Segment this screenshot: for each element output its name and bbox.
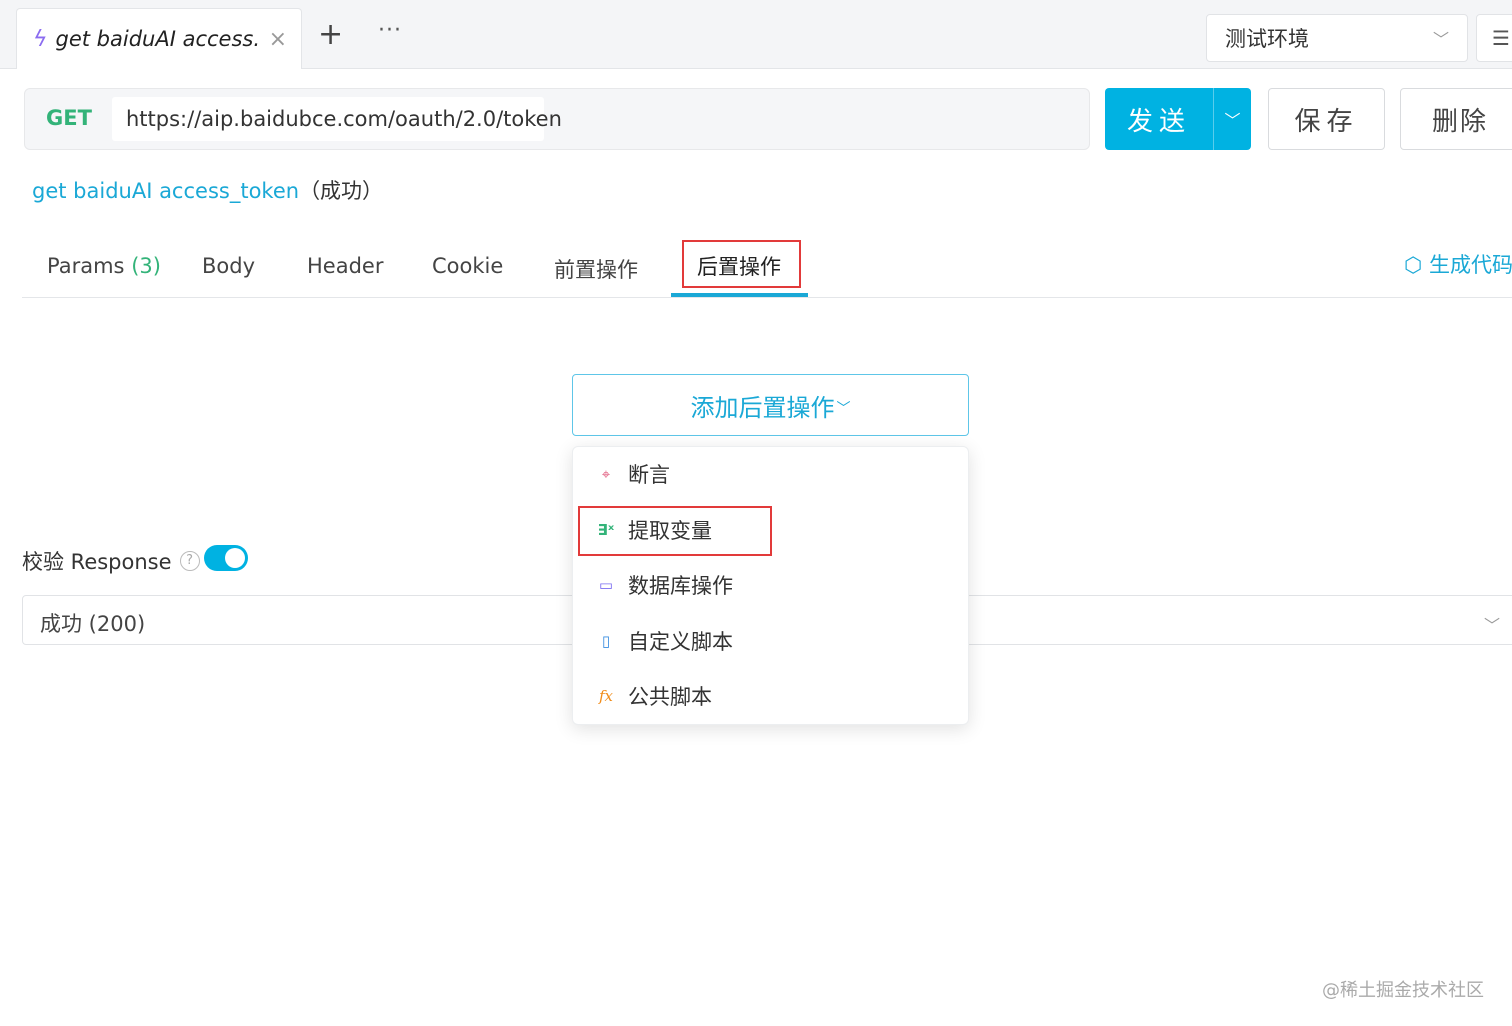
menu-item-database[interactable]: ▭ 数据库操作 xyxy=(596,570,733,600)
tab-params-label: Params xyxy=(47,254,125,278)
cube-icon: ⬡ xyxy=(1404,253,1423,277)
tab-body[interactable]: Body xyxy=(202,254,255,278)
more-icon[interactable]: ··· xyxy=(378,18,402,43)
document-icon: ▯ xyxy=(601,632,611,650)
verify-response-toggle[interactable] xyxy=(204,545,248,571)
menu-item-assert[interactable]: ⌖ 断言 xyxy=(596,459,670,489)
tab-params-count: (3) xyxy=(131,254,161,278)
environment-select[interactable]: 测试环境 ﹀ xyxy=(1206,14,1468,62)
add-post-operation-label: 添加后置操作 xyxy=(690,393,835,422)
response-select-value: 成功 (200) xyxy=(40,612,146,636)
api-name: get baiduAI access_token（成功） xyxy=(32,175,383,205)
tabs-divider xyxy=(22,297,1512,298)
menu-item-label: 数据库操作 xyxy=(628,574,733,598)
add-post-operation-button[interactable]: 添加后置操作 ﹀ xyxy=(572,374,969,436)
fx-icon: fx xyxy=(598,687,613,705)
environment-value: 测试环境 xyxy=(1225,27,1309,51)
api-name-link[interactable]: get baiduAI access_token xyxy=(32,179,299,203)
send-label: 发送 xyxy=(1126,106,1191,137)
menu-item-public-script[interactable]: fx 公共脚本 xyxy=(596,681,712,711)
tab-pre-operation[interactable]: 前置操作 xyxy=(554,254,638,284)
menu-item-custom-script[interactable]: ▯ 自定义脚本 xyxy=(596,626,733,656)
list-menu-button[interactable]: ☰ xyxy=(1476,14,1512,62)
list-icon: ☰ xyxy=(1492,26,1510,50)
chevron-down-icon: ﹀ xyxy=(1432,30,1449,49)
url-input[interactable]: https://aip.baidubce.com/oauth/2.0/token xyxy=(112,97,562,141)
tab-header[interactable]: Header xyxy=(307,254,383,278)
verify-response-label: 校验 Response xyxy=(22,550,172,574)
generate-code-link[interactable]: ⬡ 生成代码 xyxy=(1404,249,1512,279)
chevron-down-icon: ﹀ xyxy=(836,401,851,417)
highlight-box xyxy=(578,506,772,556)
highlight-box xyxy=(682,240,801,288)
menu-item-label: 断言 xyxy=(628,463,670,487)
method-label[interactable]: GET xyxy=(46,106,92,130)
target-icon: ⌖ xyxy=(601,465,611,483)
toggle-knob xyxy=(225,548,245,568)
help-icon[interactable]: ? xyxy=(179,551,200,571)
tab-params[interactable]: Params (3) xyxy=(47,254,161,278)
sql-monitor-icon: ▭ xyxy=(598,576,614,594)
send-dropdown-icon[interactable]: ﹀ xyxy=(1214,107,1251,131)
request-tab[interactable]: ϟ get baiduAI access... × xyxy=(16,8,302,69)
delete-button[interactable]: 删除 xyxy=(1400,88,1512,150)
menu-item-label: 自定义脚本 xyxy=(628,630,733,654)
tab-title: get baiduAI access... xyxy=(55,27,261,51)
save-button[interactable]: 保存 xyxy=(1268,88,1385,150)
new-tab-button[interactable]: + xyxy=(318,20,343,50)
chevron-down-icon: ﹀ xyxy=(1484,616,1501,635)
generate-code-label: 生成代码 xyxy=(1429,253,1512,277)
watermark: @稀土掘金技术社区 xyxy=(1322,980,1484,1001)
verify-response: 校验 Response ? xyxy=(22,546,200,576)
send-button[interactable]: 发送 ﹀ xyxy=(1105,88,1251,150)
lightning-icon: ϟ xyxy=(33,26,48,52)
menu-item-label: 公共脚本 xyxy=(628,685,712,709)
close-icon[interactable]: × xyxy=(269,27,287,52)
tab-cookie[interactable]: Cookie xyxy=(432,254,503,278)
api-status: （成功） xyxy=(299,179,384,203)
